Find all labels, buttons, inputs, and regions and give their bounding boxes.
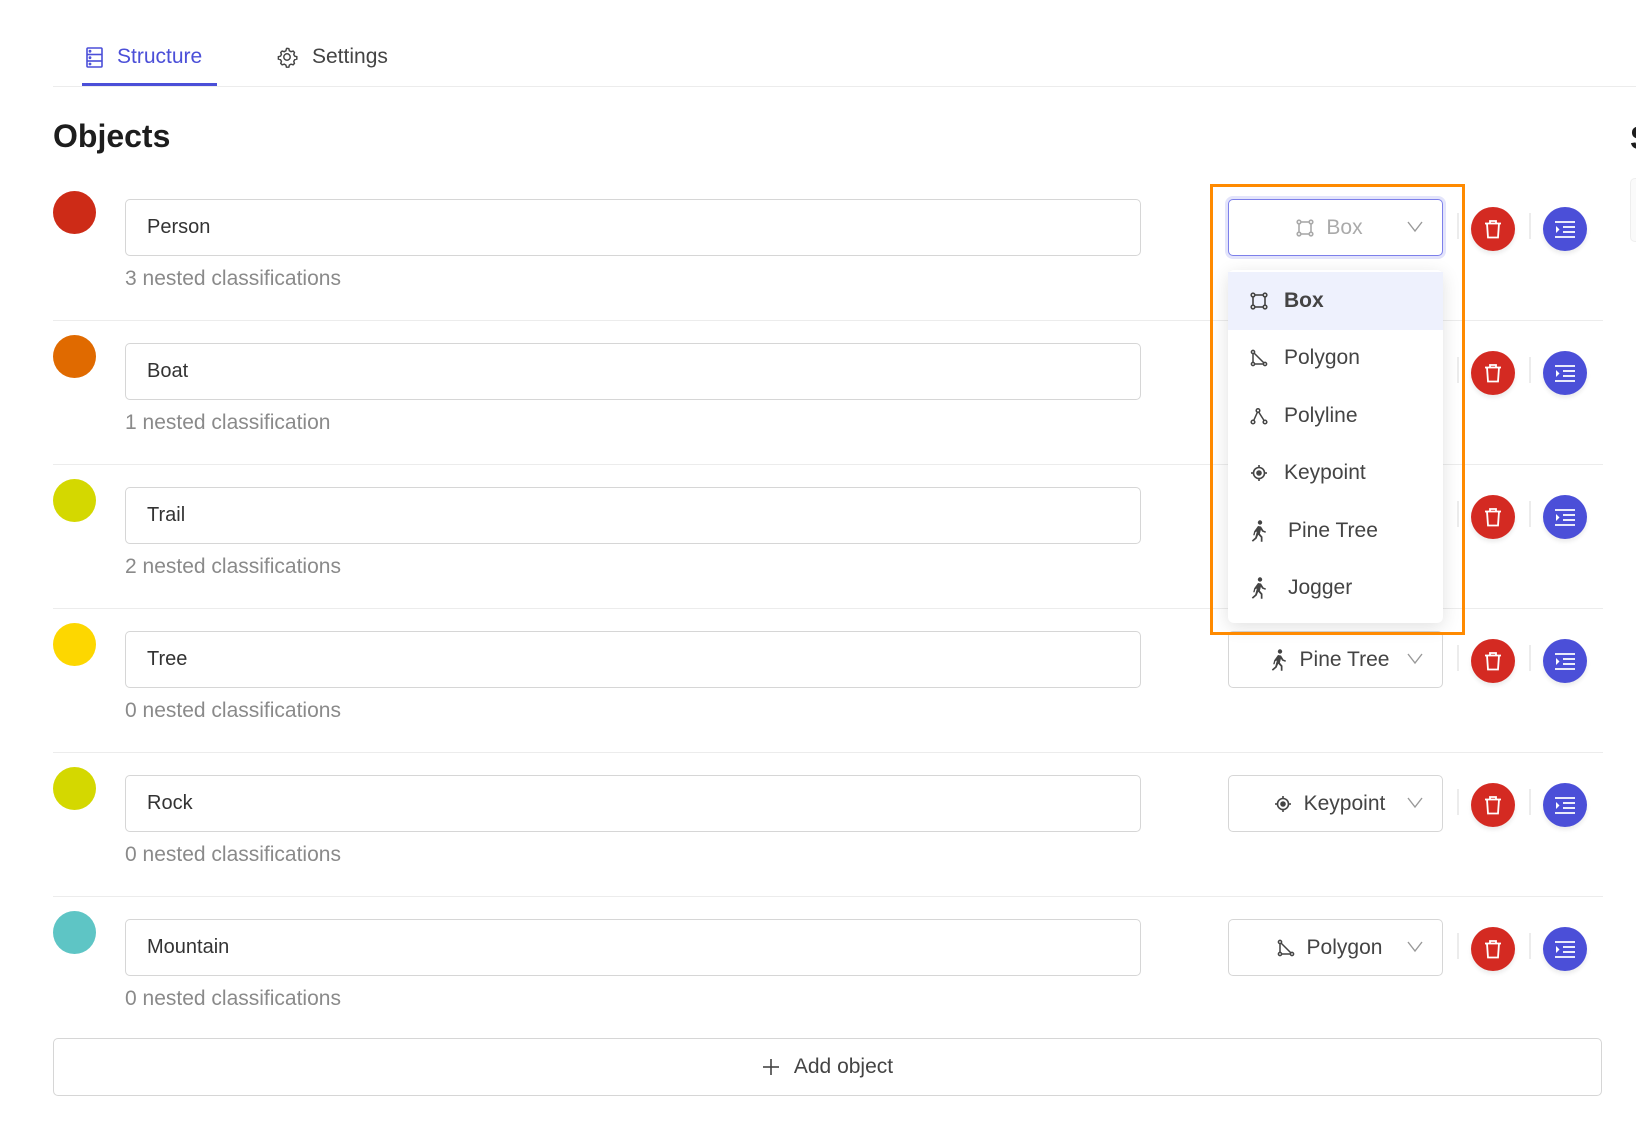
tab-label: Settings [312, 45, 388, 68]
divider [1529, 789, 1531, 815]
nested-list-icon [1555, 941, 1575, 958]
shape-select-value: Keypoint [1303, 791, 1386, 815]
nested-list-icon [1555, 653, 1575, 670]
tab-structure[interactable]: Structure [86, 28, 202, 86]
tab-settings[interactable]: Settings [276, 28, 388, 86]
nested-list-icon [1555, 221, 1575, 238]
object-name-input[interactable]: Person [125, 199, 1141, 256]
delete-object-button[interactable] [1471, 351, 1515, 395]
shape-select[interactable]: Keypoint [1228, 775, 1443, 832]
object-row: Tree 0 nested classifications Pine Tree [0, 623, 1636, 775]
nested-classifications-button[interactable] [1543, 639, 1587, 683]
trash-icon [1485, 220, 1501, 239]
shape-select[interactable]: Polygon [1228, 919, 1443, 976]
trash-icon [1485, 364, 1501, 383]
object-row: Rock 0 nested classifications Keypoint [0, 767, 1636, 919]
delete-object-button[interactable] [1471, 639, 1515, 683]
divider [1529, 933, 1531, 959]
keypoint-icon [1274, 795, 1292, 813]
divider [1457, 933, 1459, 959]
nested-list-icon [1555, 797, 1575, 814]
divider [1529, 645, 1531, 671]
divider [1457, 645, 1459, 671]
object-name-input[interactable]: Boat [125, 343, 1141, 400]
object-name-input[interactable]: Mountain [125, 919, 1141, 976]
add-object-label: Add object [793, 1055, 894, 1078]
divider [1457, 789, 1459, 815]
delete-object-button[interactable] [1471, 927, 1515, 971]
nested-classifications-link[interactable]: 3 nested classifications [125, 267, 341, 291]
trash-icon [1485, 796, 1501, 815]
nested-classifications-button[interactable] [1543, 783, 1587, 827]
nested-classifications-button[interactable] [1543, 207, 1587, 251]
nested-classifications-button[interactable] [1543, 927, 1587, 971]
polygon-icon [1277, 939, 1295, 957]
gear-icon [277, 47, 298, 68]
row-divider [53, 896, 1603, 897]
person-walking-icon [1270, 648, 1288, 671]
object-name-input[interactable]: Trail [125, 487, 1141, 544]
object-name-input[interactable]: Tree [125, 631, 1141, 688]
shape-select[interactable]: Pine Tree [1228, 631, 1443, 688]
page-title: Objects [53, 118, 171, 154]
row-divider [53, 752, 1603, 753]
nested-list-icon [1555, 365, 1575, 382]
nested-classifications-link[interactable]: 1 nested classification [125, 411, 330, 435]
delete-object-button[interactable] [1471, 495, 1515, 539]
divider [1529, 357, 1531, 383]
structure-icon [86, 46, 103, 68]
shape-select-value: Pine Tree [1299, 647, 1390, 671]
right-panel-heading: S [1630, 120, 1636, 157]
color-swatch[interactable] [53, 335, 96, 378]
color-swatch[interactable] [53, 191, 96, 234]
delete-object-button[interactable] [1471, 207, 1515, 251]
active-tab-indicator [82, 83, 217, 86]
plus-icon [762, 1059, 779, 1075]
nested-classifications-link[interactable]: 0 nested classifications [125, 843, 341, 867]
color-swatch[interactable] [53, 767, 96, 810]
shape-select-value: Polygon [1306, 935, 1383, 959]
object-name-input[interactable]: Rock [125, 775, 1141, 832]
divider [1529, 501, 1531, 527]
color-swatch[interactable] [53, 479, 96, 522]
highlight-box [1210, 184, 1465, 635]
nested-classifications-link[interactable]: 0 nested classifications [125, 987, 341, 1011]
trash-icon [1485, 508, 1501, 527]
right-panel-box [1630, 178, 1636, 242]
delete-object-button[interactable] [1471, 783, 1515, 827]
nested-classifications-link[interactable]: 0 nested classifications [125, 699, 341, 723]
nested-list-icon [1555, 509, 1575, 526]
nested-classifications-link[interactable]: 2 nested classifications [125, 555, 341, 579]
add-object-button[interactable]: Add object [53, 1038, 1602, 1096]
tab-divider [53, 86, 1636, 87]
nested-classifications-button[interactable] [1543, 495, 1587, 539]
nested-classifications-button[interactable] [1543, 351, 1587, 395]
color-swatch[interactable] [53, 623, 96, 666]
trash-icon [1485, 940, 1501, 959]
divider [1529, 213, 1531, 239]
color-swatch[interactable] [53, 911, 96, 954]
trash-icon [1485, 652, 1501, 671]
tab-label: Structure [117, 45, 203, 68]
